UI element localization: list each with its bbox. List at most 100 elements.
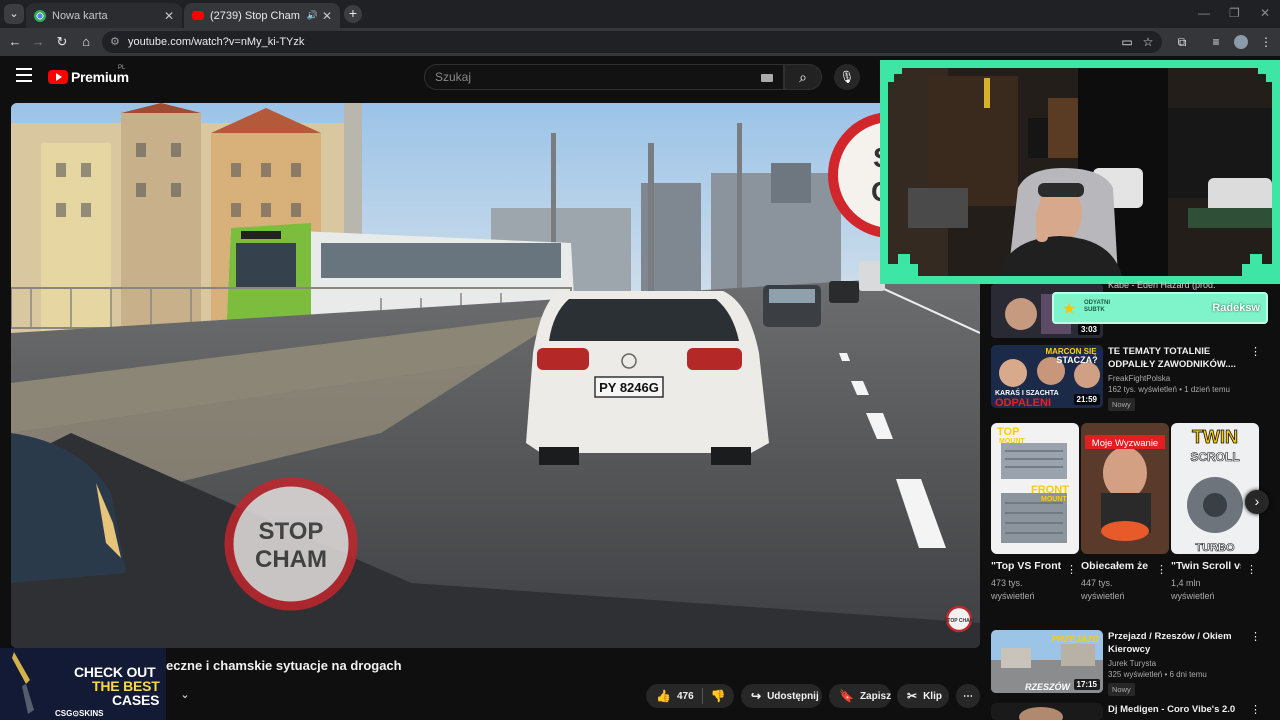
keyboard-icon[interactable] xyxy=(761,74,773,82)
menu-dots-icon[interactable]: ⋮ xyxy=(1257,33,1275,51)
shelf-next-button[interactable]: › xyxy=(1245,490,1269,514)
short-title[interactable]: "Top VS Front-Moun... xyxy=(991,560,1061,572)
webcam-scene xyxy=(888,68,1272,276)
short-thumb-text: FRONT xyxy=(1031,484,1069,496)
rec-thumb-text: ODPALENI xyxy=(995,397,1051,408)
brand-label: Premium xyxy=(71,69,129,85)
short-thumbnail[interactable]: TOP MOUNT FRONT MOUNT xyxy=(991,423,1079,554)
rec-title-partial[interactable]: Kabe - Eden Hazard (prod. xyxy=(1108,280,1216,290)
browser-tab-bar: ⌄ Nowa karta ✕ (2739) Stop Cham #1427 - … xyxy=(0,0,1280,28)
kebab-menu-icon[interactable]: ⋮ xyxy=(1246,563,1257,576)
like-count[interactable]: 476 xyxy=(677,691,694,702)
csgo-skins-promo: CHECK OUT THE BEST CASES CSG⊙SKINS xyxy=(0,648,166,720)
tab-label: Nowa karta xyxy=(52,9,108,22)
video-title: zpieczne i chamskie sytuacje na drogach xyxy=(148,658,402,673)
profile-avatar[interactable] xyxy=(1232,33,1250,51)
short-thumbnail[interactable]: TWIN SCROLL TURBO xyxy=(1171,423,1259,554)
search-input[interactable]: Szukaj xyxy=(424,64,784,90)
rec-title[interactable]: Przejazd / Rzeszów / Okiem Kierowcy xyxy=(1108,630,1248,656)
chevron-down-icon[interactable]: ⌄ xyxy=(172,686,198,704)
list-item[interactable]: MARCON SIĘ STACZA? KARAŚ I SZACHTA ODPAL… xyxy=(991,345,1261,415)
reload-icon[interactable]: ↻ xyxy=(53,33,71,51)
rec-title[interactable]: Dj Medigen - Coro Vibe's 2.0 xyxy=(1108,703,1248,716)
rec-duration: 17:15 xyxy=(1073,679,1100,690)
short-thumb-art: TOP MOUNT FRONT MOUNT xyxy=(991,423,1079,554)
tab-youtube[interactable]: (2739) Stop Cham #1427 - 🔊 ✕ xyxy=(184,3,340,28)
star-icon: ★ xyxy=(1062,301,1077,318)
rec-channel[interactable]: FreakFightPolska xyxy=(1108,374,1248,383)
share-button[interactable]: ↪ Udostępnij xyxy=(741,684,822,708)
rec-thumbnail[interactable] xyxy=(991,703,1103,720)
share-icon: ↪ xyxy=(751,689,762,703)
new-badge: Nowy xyxy=(1108,683,1135,696)
search-icon: ⌕ xyxy=(799,69,807,85)
short-title[interactable]: Obiecałem że podejdę ... xyxy=(1081,560,1151,572)
promo-brand: CSG⊙SKINS xyxy=(55,709,104,718)
search-button[interactable]: ⌕ xyxy=(784,64,822,90)
back-icon[interactable]: ← xyxy=(6,33,24,51)
short-views: 473 tys. wyświetleń xyxy=(991,578,1035,601)
rec-duration: 21:59 xyxy=(1073,394,1100,405)
media-control-icon[interactable]: ≡ xyxy=(1207,33,1225,51)
short-item[interactable]: Moje Wyzwanie Obiecałem że podejdę ... 4… xyxy=(1081,423,1169,603)
tab-label: (2739) Stop Cham #1427 - xyxy=(210,9,303,22)
address-bar[interactable]: ⚙ youtube.com/watch?v=nMy_ki-TYzk xyxy=(102,31,1162,53)
forward-icon[interactable]: → xyxy=(29,33,47,51)
license-plate: PY 8246G xyxy=(599,380,659,395)
rec-channel[interactable]: Jurek Turysta xyxy=(1108,659,1248,668)
bookmark-icon: 🔖 xyxy=(839,689,854,703)
save-button[interactable]: 🔖 Zapisz xyxy=(829,684,891,708)
list-item[interactable]: Dj Medigen - Coro Vibe's 2.0 ⋮ xyxy=(991,703,1261,720)
close-tab-icon[interactable]: ✕ xyxy=(322,9,332,23)
new-tab-button[interactable]: + xyxy=(344,5,362,23)
home-icon[interactable]: ⌂ xyxy=(77,33,95,51)
sub-alert-label: ODYATNI SUBTK xyxy=(1084,300,1111,313)
rec-thumbnail[interactable]: MARCON SIĘ STACZA? KARAŚ I SZACHTA ODPAL… xyxy=(991,345,1103,408)
kebab-menu-icon[interactable]: ⋮ xyxy=(1156,563,1167,576)
watermark-stop: STOP xyxy=(259,518,324,545)
short-thumb-text: MOUNT xyxy=(1041,496,1067,503)
video-player[interactable]: PY 8246G STOP CHAM S C STOP CHAM xyxy=(11,103,980,648)
rec-thumb-text: STACZA? xyxy=(1056,355,1097,365)
minimize-icon[interactable]: — xyxy=(1198,6,1210,20)
short-views: 447 tys. wyświetleń xyxy=(1081,578,1125,601)
rec-thumb-text: KARAŚ I SZACHTA xyxy=(995,388,1059,397)
short-item[interactable]: TWIN SCROLL TURBO "Twin Scroll vs Single… xyxy=(1171,423,1259,603)
cast-icon[interactable]: ▭ xyxy=(1118,33,1136,51)
like-icon[interactable]: 👍 xyxy=(656,689,671,703)
bookmark-star-icon[interactable]: ☆ xyxy=(1139,33,1157,51)
kebab-menu-icon[interactable]: ⋮ xyxy=(1250,345,1261,358)
clip-button[interactable]: ✂ Klip xyxy=(897,684,949,708)
dislike-icon[interactable]: 👎 xyxy=(711,689,726,703)
tab-search-button[interactable]: ⌄ xyxy=(4,4,24,24)
hamburger-icon[interactable] xyxy=(16,68,32,82)
short-thumb-text: TWIN xyxy=(1192,427,1238,447)
kebab-menu-icon[interactable]: ⋮ xyxy=(1066,563,1077,576)
subscriber-alert: ★ ODYATNI SUBTK Radeksw xyxy=(1052,292,1268,324)
short-title[interactable]: "Twin Scroll vs Single ... xyxy=(1171,560,1241,572)
list-item[interactable]: PRZEJAZD RZESZÓW 17:15 Przejazd / Rzeszó… xyxy=(991,630,1261,700)
tab-new-tab[interactable]: Nowa karta ✕ xyxy=(26,3,182,28)
rec-thumbnail[interactable]: PRZEJAZD RZESZÓW 17:15 xyxy=(991,630,1103,693)
knife-icon xyxy=(12,652,34,714)
short-thumbnail[interactable]: Moje Wyzwanie xyxy=(1081,423,1169,554)
share-label: Udostępnij xyxy=(767,690,819,702)
close-window-icon[interactable]: ✕ xyxy=(1260,6,1270,20)
mic-button[interactable]: 🎙 xyxy=(834,64,860,90)
short-item[interactable]: TOP MOUNT FRONT MOUNT "Top VS Front-Moun… xyxy=(991,423,1079,603)
save-label: Zapisz xyxy=(859,690,892,702)
rec-duration-partial: 3:03 xyxy=(1077,324,1100,335)
mic-icon: 🎙 xyxy=(839,70,855,84)
restore-icon[interactable]: ❐ xyxy=(1229,6,1240,20)
rec-title[interactable]: TE TEMATY TOTALNIE ODPALIŁY ZAWODNIKÓW..… xyxy=(1108,345,1248,371)
kebab-menu-icon[interactable]: ⋮ xyxy=(1250,630,1261,643)
promo-line-3: CASES xyxy=(112,692,160,708)
more-actions-button[interactable]: ⋯ xyxy=(956,684,980,708)
kebab-menu-icon[interactable]: ⋮ xyxy=(1250,703,1261,716)
extensions-icon[interactable]: ⧉ xyxy=(1173,33,1191,51)
youtube-logo[interactable]: Premium PL xyxy=(48,65,129,85)
close-tab-icon[interactable]: ✕ xyxy=(164,9,174,23)
audio-playing-icon[interactable]: 🔊 xyxy=(307,10,318,21)
tune-icon[interactable]: ⚙ xyxy=(110,31,120,53)
more-dots-icon: ⋯ xyxy=(963,690,973,702)
